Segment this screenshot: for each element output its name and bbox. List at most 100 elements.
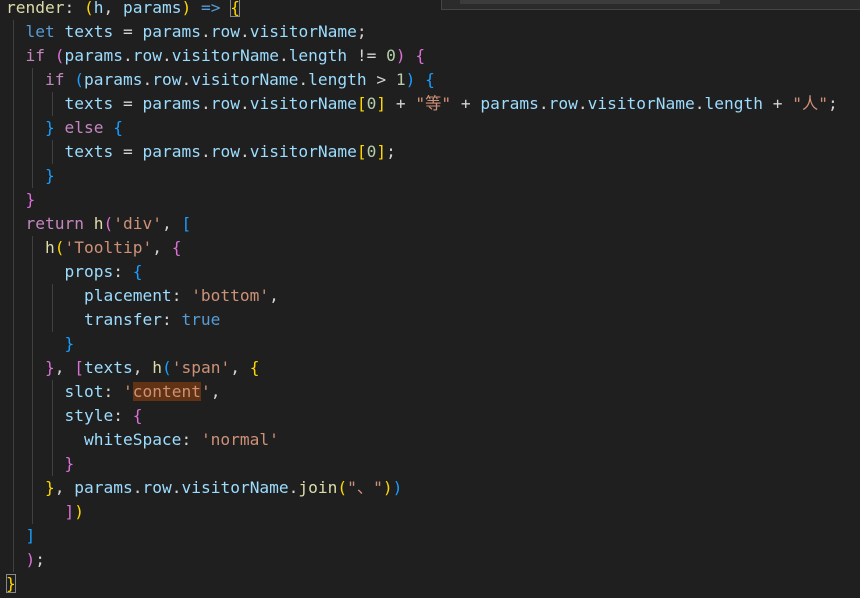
code-token: ; bbox=[827, 94, 838, 113]
code-token: , bbox=[161, 214, 182, 233]
code-line[interactable]: props: { bbox=[6, 260, 142, 284]
code-token: visitorName bbox=[249, 22, 357, 41]
code-token: ) bbox=[181, 0, 192, 17]
code-token: 'normal' bbox=[200, 430, 279, 449]
indent-guide bbox=[32, 68, 33, 188]
code-token: params bbox=[83, 70, 143, 89]
code-token: "人" bbox=[792, 94, 828, 113]
code-token: . bbox=[239, 142, 250, 161]
code-token: 'bottom' bbox=[191, 286, 270, 305]
code-token: "等" bbox=[415, 94, 452, 113]
code-line[interactable]: } bbox=[6, 188, 36, 212]
code-token: { bbox=[132, 406, 143, 425]
code-token: row bbox=[210, 142, 240, 161]
code-line[interactable]: texts = params.row.visitorName[0]; bbox=[6, 140, 395, 164]
code-token: row bbox=[210, 94, 240, 113]
code-token: params bbox=[480, 94, 539, 113]
code-token: . bbox=[200, 142, 211, 161]
code-token: if bbox=[25, 46, 46, 65]
code-token: { bbox=[113, 118, 123, 137]
code-token: : bbox=[64, 0, 84, 17]
code-line[interactable]: return h('div', [ bbox=[6, 212, 192, 236]
code-token: , bbox=[132, 358, 153, 377]
code-token: } bbox=[44, 358, 55, 377]
code-token: ) bbox=[25, 550, 36, 569]
code-token: ( bbox=[337, 478, 348, 497]
code-token: params bbox=[74, 478, 133, 497]
code-token: texts bbox=[64, 142, 114, 161]
code-token: ; bbox=[35, 550, 45, 569]
code-line[interactable]: ] bbox=[6, 524, 36, 548]
code-token: } bbox=[25, 190, 36, 209]
code-editor[interactable]: render: (h, params) => { let texts = par… bbox=[0, 0, 860, 598]
code-line[interactable]: }, params.row.visitorName.join("、")) bbox=[6, 476, 402, 500]
code-token: 'span' bbox=[171, 358, 231, 377]
code-token: != bbox=[347, 46, 387, 65]
code-token: ] bbox=[376, 94, 387, 113]
code-token: h bbox=[152, 358, 162, 377]
code-line[interactable]: } bbox=[6, 332, 74, 356]
code-token: } bbox=[64, 334, 75, 353]
code-line[interactable]: }, [texts, h('span', { bbox=[6, 356, 259, 380]
code-token: 0 bbox=[366, 94, 377, 113]
code-token: 0 bbox=[366, 142, 377, 161]
code-token: { bbox=[230, 0, 240, 17]
code-token: join bbox=[298, 478, 338, 497]
code-token: ' bbox=[122, 382, 133, 401]
code-line[interactable]: placement: 'bottom', bbox=[6, 284, 279, 308]
code-token: else bbox=[64, 118, 104, 137]
code-line[interactable]: render: (h, params) => { bbox=[6, 0, 240, 20]
code-line[interactable]: } else { bbox=[6, 116, 123, 140]
code-line[interactable]: if (params.row.visitorName.length > 1) { bbox=[6, 68, 435, 92]
code-token: ) bbox=[74, 502, 84, 521]
code-line[interactable]: } bbox=[6, 572, 16, 596]
code-token: } bbox=[44, 118, 55, 137]
code-token: . bbox=[122, 46, 133, 65]
code-token: row bbox=[142, 478, 172, 497]
code-token: 1 bbox=[395, 70, 406, 89]
code-token: visitorName bbox=[181, 478, 289, 497]
code-token: params bbox=[142, 22, 201, 41]
code-line[interactable]: whiteSpace: 'normal' bbox=[6, 428, 279, 452]
code-token: row bbox=[132, 46, 162, 65]
code-token: => bbox=[200, 0, 221, 17]
code-token: if bbox=[44, 70, 65, 89]
code-token: row bbox=[152, 70, 182, 89]
code-line[interactable]: slot: 'content', bbox=[6, 380, 220, 404]
code-token: texts bbox=[83, 358, 133, 377]
code-token: . bbox=[132, 478, 143, 497]
code-token: . bbox=[171, 478, 182, 497]
code-token: + bbox=[386, 94, 416, 113]
code-line[interactable]: texts = params.row.visitorName[0] + "等" … bbox=[6, 92, 838, 116]
code-line[interactable]: ); bbox=[6, 548, 46, 572]
code-token: { bbox=[425, 70, 435, 89]
code-token: length bbox=[704, 94, 764, 113]
code-line[interactable]: } bbox=[6, 452, 74, 476]
code-line[interactable]: style: { bbox=[6, 404, 142, 428]
code-line[interactable]: if (params.row.visitorName.length != 0) … bbox=[6, 44, 426, 68]
code-token: + bbox=[763, 94, 793, 113]
code-token: , bbox=[230, 358, 250, 377]
code-line[interactable]: ]) bbox=[6, 500, 84, 524]
code-line[interactable]: transfer: true bbox=[6, 308, 220, 332]
code-token: params bbox=[142, 142, 201, 161]
code-token: . bbox=[288, 478, 299, 497]
code-token: . bbox=[694, 94, 705, 113]
code-line[interactable]: let texts = params.row.visitorName; bbox=[6, 20, 367, 44]
indent-guide bbox=[52, 380, 53, 476]
code-token: return bbox=[25, 214, 84, 233]
code-token: "、" bbox=[347, 478, 383, 497]
